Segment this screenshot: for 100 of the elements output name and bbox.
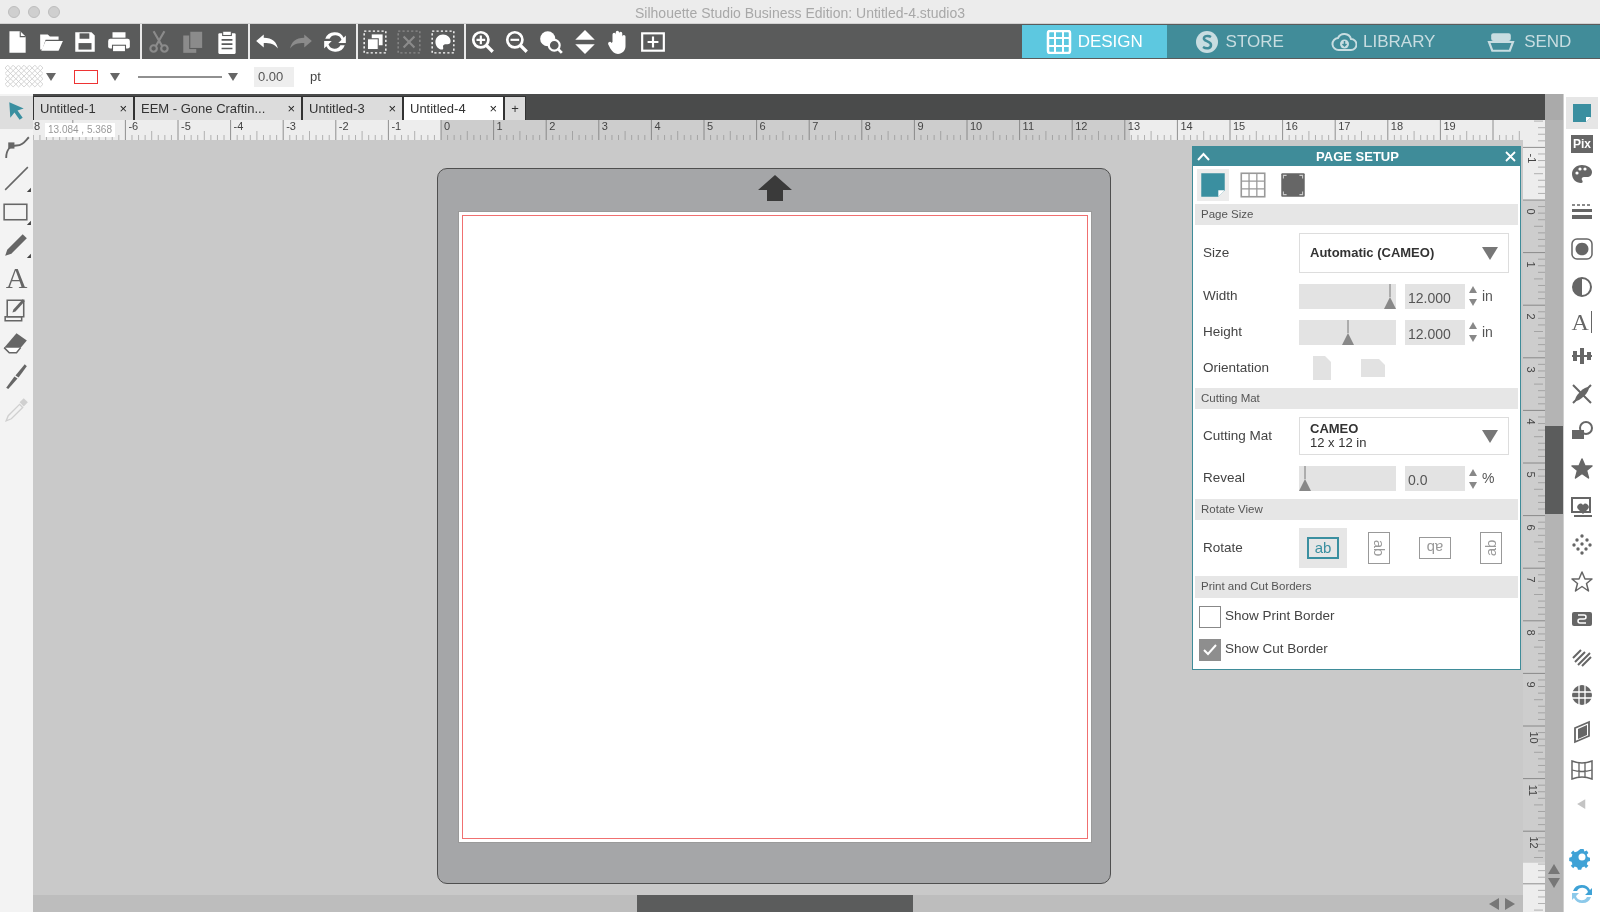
checkbox-label: Show Cut Border <box>1225 640 1328 659</box>
document-tab[interactable]: Untitled-4 × <box>403 96 504 120</box>
ruler-label: -3 <box>286 121 296 132</box>
line-style-preview[interactable] <box>138 74 222 79</box>
ruler-label: 12 <box>1075 121 1088 132</box>
ruler-label: 15 <box>1233 121 1246 132</box>
caret-icon[interactable] <box>228 72 238 81</box>
close-icon[interactable] <box>1505 151 1516 162</box>
ruler-label: 2 <box>1524 313 1536 320</box>
ruler-label: 4 <box>1524 418 1536 425</box>
ruler-label: -4 <box>233 121 244 132</box>
scroll-thumb[interactable] <box>637 895 913 912</box>
slider-thumb[interactable] <box>1384 283 1396 309</box>
close-button[interactable]: × <box>388 98 396 119</box>
caret-icon[interactable] <box>1482 246 1498 260</box>
ruler-label: 18 <box>1390 121 1404 132</box>
ruler-label: 0 <box>1524 208 1536 215</box>
ruler-label: -5 <box>181 121 191 132</box>
grid-icon[interactable] <box>1237 169 1269 201</box>
arrow-up-icon <box>758 175 792 201</box>
scroll-thumb[interactable] <box>1545 426 1563 514</box>
ruler-label: 19 <box>1443 121 1456 132</box>
panel-title: PAGE SETUP <box>1316 147 1399 166</box>
ruler-label: 5 <box>707 121 714 132</box>
coordinate-readout: 13.084 , 5.368 <box>45 123 115 137</box>
dropdown[interactable]: CAMEO 12 x 12 in <box>1299 417 1509 455</box>
group-icon[interactable] <box>362 28 388 55</box>
ruler-label: 13 <box>1127 121 1141 132</box>
number-field[interactable]: 12.000 <box>1405 319 1465 345</box>
ruler-label: 17 <box>1338 121 1351 132</box>
zoom-out-icon[interactable] <box>504 28 530 55</box>
collapse-icon[interactable] <box>1197 152 1210 161</box>
ruler-label: 11 <box>1022 121 1034 132</box>
page-icon[interactable] <box>1197 169 1229 201</box>
ruler-label: 9 <box>1524 681 1536 688</box>
add-tab-button[interactable]: + <box>504 96 526 120</box>
ruler-label: 8 <box>34 121 41 132</box>
magnifier-icon[interactable] <box>538 28 564 55</box>
close-button[interactable]: × <box>287 98 295 119</box>
dropdown[interactable]: Automatic (CAMEO) <box>1299 233 1509 273</box>
text-tool-icon[interactable]: A <box>0 261 33 294</box>
unit-label: pt <box>310 67 321 86</box>
checkbox[interactable] <box>1199 638 1221 661</box>
section-header: Cutting Mat <box>1195 387 1518 409</box>
document-tab[interactable]: EEM - Gone Craftin... × <box>134 96 302 120</box>
check-icon <box>1203 643 1217 656</box>
ruler-label: 8 <box>1524 629 1536 636</box>
line-width-field[interactable]: 0.00 <box>254 66 294 87</box>
field-label: Height <box>1203 323 1244 342</box>
checkbox-label: Show Print Border <box>1225 607 1335 626</box>
window-title: Silhouette Studio Business Edition: Untitled-4.studio3 <box>635 5 965 21</box>
scrollbar[interactable] <box>1545 120 1563 912</box>
ruler-label: 1 <box>1524 261 1536 268</box>
slider-thumb[interactable] <box>1341 319 1354 345</box>
arrow-left-icon[interactable] <box>1489 898 1499 910</box>
palette-icon[interactable] <box>430 28 456 55</box>
section-header: Rotate View <box>1195 499 1518 521</box>
slider[interactable] <box>1299 466 1396 491</box>
number-field[interactable]: 12.000 <box>1405 283 1465 309</box>
close-button[interactable]: × <box>119 98 127 119</box>
ruler-label: 14 <box>1180 121 1193 132</box>
s-circle-icon <box>1193 29 1220 54</box>
checkbox[interactable] <box>1199 605 1221 628</box>
ruler-label: 1 <box>496 121 503 132</box>
close-button[interactable]: × <box>489 98 497 119</box>
ruler-label: 5 <box>1524 471 1536 478</box>
ruler-label: 0 <box>444 121 451 132</box>
field-label: Orientation <box>1203 358 1271 377</box>
page-icon[interactable] <box>1566 97 1598 129</box>
field-label: Cutting Mat <box>1203 426 1274 445</box>
fill-pattern-swatch[interactable] <box>5 64 43 89</box>
caret-icon[interactable] <box>110 72 120 81</box>
caret-icon[interactable] <box>46 72 56 81</box>
ruler-label: -6 <box>128 121 139 132</box>
caret-icon[interactable] <box>1482 429 1498 443</box>
slider-thumb[interactable] <box>1299 466 1311 491</box>
slider[interactable] <box>1299 319 1396 345</box>
ruler-label: 6 <box>759 121 766 132</box>
field-label: Reveal <box>1203 469 1247 488</box>
ruler-label: -2 <box>338 121 349 132</box>
number-field[interactable]: 0.0 <box>1405 466 1465 491</box>
document-tab[interactable]: Untitled-1 × <box>33 96 134 120</box>
arrow-right-icon[interactable] <box>1505 898 1515 910</box>
ruler-label: 9 <box>917 121 924 132</box>
pointer-icon[interactable] <box>0 96 33 129</box>
field-label: Size <box>1203 243 1231 262</box>
slider[interactable] <box>1299 283 1396 309</box>
ruler-label: -1 <box>1526 154 1538 164</box>
scrollbar[interactable] <box>33 895 1523 912</box>
ruler-label: 12 <box>1527 836 1539 849</box>
ruler-label: 3 <box>601 121 608 132</box>
document-tab[interactable]: Untitled-3 × <box>302 96 403 120</box>
field-label: Rotate <box>1203 539 1244 558</box>
section-header: Page Size <box>1195 204 1518 226</box>
ruler-label: 8 <box>864 121 871 132</box>
ruler-label: 10 <box>970 121 983 132</box>
grid-icon <box>1045 29 1072 54</box>
line-color-swatch[interactable] <box>74 69 98 84</box>
zoom-in-icon[interactable] <box>470 28 496 55</box>
unit-label: in <box>1482 286 1493 306</box>
